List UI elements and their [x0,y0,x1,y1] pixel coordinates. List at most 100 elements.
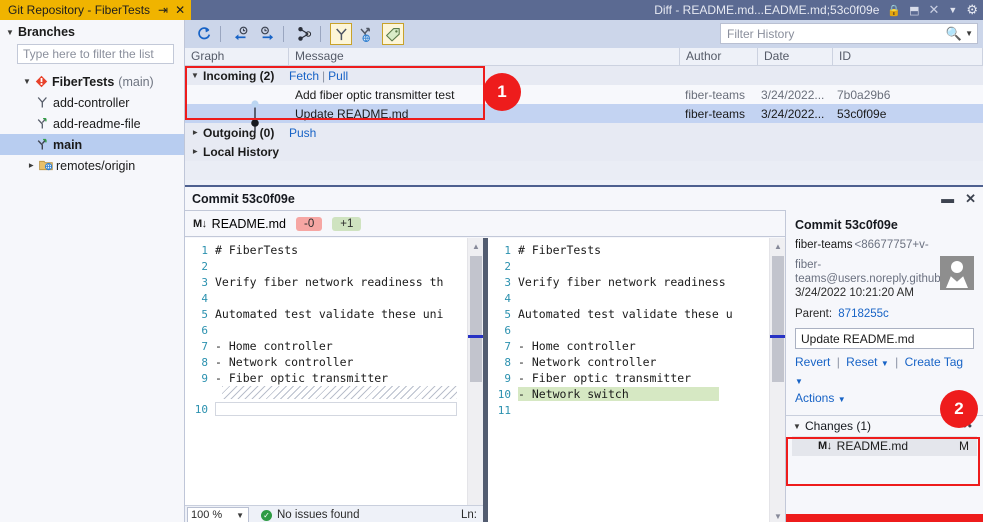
tree-item-label: remotes/origin [56,158,136,173]
branch-tracked-icon [36,138,53,151]
markdown-file-icon: M↓ [818,440,832,452]
scroll-down-icon[interactable]: ▼ [770,508,786,522]
chevron-down-icon[interactable]: ▼ [792,422,802,431]
minimize-icon[interactable]: ▬ [941,191,954,206]
tree-item-fibertests[interactable]: ▼ FiberTests (main) [0,71,184,92]
tree-item-label: add-controller [53,95,130,110]
search-icon[interactable]: 🔍 [946,26,962,42]
tree-item-main[interactable]: main [0,134,184,155]
code-line: - Fiber optic transmitter [518,371,692,385]
chevron-down-icon[interactable]: ▼ [22,77,32,86]
git-toolbar: Filter History 🔍 ▼ [185,20,983,48]
details-commit-message-field[interactable]: Update README.md [795,328,974,349]
chevron-down-icon[interactable]: ▼ [838,395,846,404]
branch-filter-placeholder: Type here to filter the list [23,47,154,61]
branches-header[interactable]: ▼ Branches [0,20,184,43]
code-line: Verify fiber network readiness [518,275,726,289]
callout-1-number: 1 [497,82,507,101]
table-row[interactable]: Add fiber optic transmitter test fiber-t… [185,85,983,114]
chevron-down-icon[interactable]: ▼ [965,29,973,38]
show-local-branches-button[interactable] [330,23,352,45]
revert-link[interactable]: Revert [795,355,830,369]
column-header-author[interactable]: Author [680,47,758,66]
line-number: 7 [504,339,511,353]
chevron-down-icon[interactable]: ▼ [948,5,957,15]
issues-status-label: No issues found [277,509,360,521]
column-header-id[interactable]: ID [833,47,983,66]
branch-filter-input[interactable]: Type here to filter the list [17,44,174,64]
table-row[interactable]: Update README.md fiber-teams 3/24/2022..… [185,104,983,133]
details-commit-message: Update README.md [801,331,915,346]
link-divider: | [836,355,840,369]
column-header-date[interactable]: Date [758,47,833,66]
line-number: 10 [497,387,511,401]
chevron-down-icon[interactable]: ▼ [795,377,803,386]
list-item[interactable]: M↓ README.md M [792,436,977,456]
tree-item-label: add-readme-file [53,116,141,131]
details-parent-id-link[interactable]: 8718255c [838,308,889,320]
scroll-up-icon[interactable]: ▲ [468,238,484,254]
chevron-right-icon[interactable]: ▼ [191,128,200,138]
branch-graph-button[interactable] [293,23,315,45]
scrollbar-thumb[interactable] [470,256,482,382]
tool-window-tab-git-repository[interactable]: Git Repository - FiberTests ⇥ ✕ [0,0,192,20]
line-number: 3 [504,275,511,289]
commit-history-grid: Graph Message Author Date ID ▼ Incoming … [185,47,983,180]
column-header-message[interactable]: Message [289,47,680,66]
code-line: - Network controller [518,355,657,369]
close-icon[interactable]: ✕ [929,2,940,18]
pull-link[interactable]: Pull [328,69,348,83]
column-header-graph[interactable]: Graph [185,47,289,66]
float-window-icon[interactable]: ⬒ [909,4,919,17]
line-number: 1 [201,243,208,257]
history-group-incoming[interactable]: ▼ Incoming (2) Fetch | Pull [185,66,983,85]
gear-icon[interactable]: ⚙ [966,2,978,18]
diff-right-pane: 1 # FiberTests 2 3 Verify fiber network re… [488,238,983,522]
line-number: 3 [201,275,208,289]
lock-icon[interactable]: 🔒 [887,4,901,17]
line-number: 6 [201,323,208,337]
close-icon[interactable]: ✕ [965,191,976,207]
fetch-button[interactable] [230,23,252,45]
tree-item-remotes-origin[interactable]: ▼ remotes/origin [0,155,184,176]
tree-item-add-controller[interactable]: add-controller [0,92,184,113]
push-link[interactable]: Push [289,126,316,140]
refresh-button[interactable] [193,23,215,45]
zoom-level-selector[interactable]: 100 % ▼ [187,507,249,522]
push-button[interactable] [256,23,278,45]
show-tags-button[interactable] [382,23,404,45]
details-parent-line: Parent: 8718255c [786,299,983,320]
line-number: 4 [201,291,208,305]
close-icon[interactable]: ✕ [175,3,185,17]
show-remote-branches-button[interactable] [356,23,378,45]
diff-file-name: README.md [211,216,286,231]
git-repository-window: Git Repository - FiberTests ⇥ ✕ Diff - R… [0,0,983,522]
toolbar-separator [220,26,221,42]
pin-icon[interactable]: ⇥ [158,3,168,17]
scrollbar-thumb[interactable] [772,256,784,382]
reset-link[interactable]: Reset [846,355,877,369]
branches-sidebar: ▼ Branches Type here to filter the list … [0,20,185,522]
diff-right-code[interactable]: 1 # FiberTests 2 3 Verify fiber network re… [488,238,785,418]
tree-item-add-readme-file[interactable]: add-readme-file [0,113,184,134]
history-group-outgoing[interactable]: ▼ Outgoing (0) Push [185,123,983,142]
filter-history-input[interactable]: Filter History 🔍 ▼ [720,23,978,44]
chevron-right-icon[interactable]: ▼ [191,147,200,157]
chevron-down-icon[interactable]: ▼ [190,71,200,80]
commit-id: 53c0f09e [837,106,887,121]
fetch-link[interactable]: Fetch [289,69,319,83]
change-status-badge: M [959,439,969,453]
chevron-down-icon[interactable]: ▼ [236,511,244,520]
chevron-down-icon[interactable]: ▼ [881,359,889,368]
diff-right-scrollbar[interactable]: ▲ ▼ [769,238,786,522]
actions-link[interactable]: Actions [795,391,834,405]
markdown-file-icon: M↓ [193,217,207,230]
create-tag-link[interactable]: Create Tag [905,355,963,369]
history-group-local-history[interactable]: ▼ Local History [185,142,983,161]
scroll-up-icon[interactable]: ▲ [770,238,786,254]
diff-left-code[interactable]: 1 # FiberTests 2 3 Verify fiber network re… [185,238,483,417]
diff-viewer: 1 # FiberTests 2 3 Verify fiber network re… [185,238,983,522]
diff-left-scrollbar[interactable]: ▲ ▼ [467,238,484,522]
line-number: 9 [201,371,208,385]
chevron-right-icon[interactable]: ▼ [27,161,36,171]
